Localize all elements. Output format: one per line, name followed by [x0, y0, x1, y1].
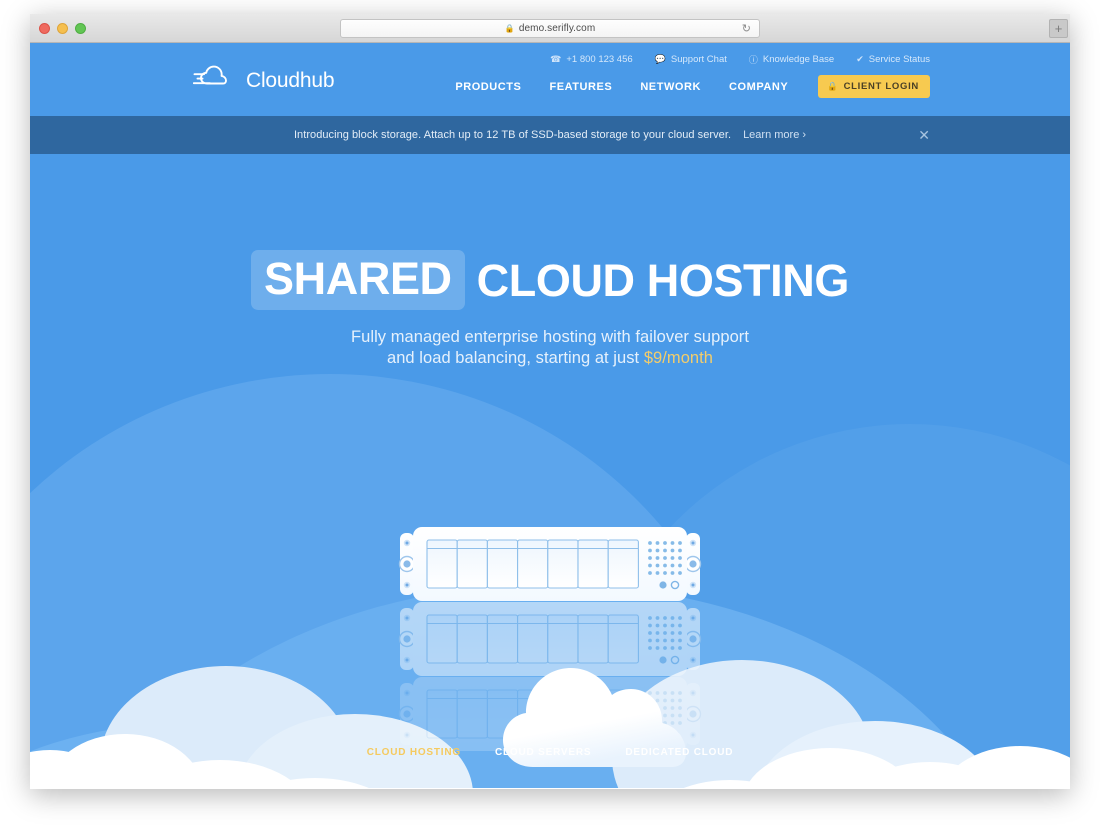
phone-icon: ☎: [550, 54, 562, 64]
reload-icon[interactable]: ↻: [742, 23, 751, 36]
nav-item-company[interactable]: COMPANY: [729, 81, 788, 93]
hero-headline: SHARED CLOUD HOSTING: [251, 250, 849, 310]
util-support-chat[interactable]: 💬 Support Chat: [655, 54, 727, 65]
cloud-speed-logo-icon: [192, 65, 237, 96]
announcement-bar: Introducing block storage. Attach up to …: [30, 116, 1070, 154]
close-icon[interactable]: ✕: [918, 128, 930, 142]
lock-icon: 🔒: [504, 24, 515, 33]
util-service-status-label: Service Status: [868, 54, 930, 65]
announcement-text: Introducing block storage. Attach up to …: [293, 129, 732, 141]
util-knowledge-base[interactable]: ⓘ Knowledge Base: [749, 53, 834, 66]
util-knowledge-base-label: Knowledge Base: [762, 54, 835, 65]
site-header: Cloudhub ☎ +1 800 123 456 💬 Support Chat…: [30, 43, 1070, 116]
browser-titlebar: 🔒 demo.serifly.com ↻ +: [30, 14, 1070, 43]
utility-nav: ☎ +1 800 123 456 💬 Support Chat ⓘ Knowle…: [550, 53, 930, 66]
hero-subheadline: Fully managed enterprise hosting with fa…: [30, 327, 1070, 369]
url-text-wrap: 🔒 demo.serifly.com: [505, 23, 596, 34]
hero-content: SHARED CLOUD HOSTING Fully managed enter…: [30, 154, 1070, 369]
util-service-status[interactable]: ✔ Service Status: [856, 54, 930, 65]
client-login-label: CLIENT LOGIN: [843, 81, 919, 92]
site-logo[interactable]: Cloudhub: [192, 65, 335, 96]
url-text: demo.serifly.com: [518, 23, 596, 34]
tab-cloud-servers[interactable]: CLOUD SERVERS: [495, 747, 591, 758]
address-bar[interactable]: 🔒 demo.serifly.com ↻: [340, 19, 760, 38]
help-circle-icon: ⓘ: [748, 55, 758, 65]
announcement-learn-more-link[interactable]: Learn more ›: [743, 129, 806, 141]
hero-subheadline-line1: Fully managed enterprise hosting with fa…: [351, 328, 749, 346]
logo-text: Cloudhub: [246, 68, 335, 92]
zoom-window-button[interactable]: [75, 23, 86, 34]
hero-headline-rest: CLOUD HOSTING: [476, 254, 850, 306]
util-support-chat-label: Support Chat: [670, 54, 727, 65]
check-icon: ✔: [856, 54, 864, 64]
hero-price: $9/month: [643, 348, 714, 367]
hero-subheadline-line2: and load balancing, starting at just $9/…: [30, 348, 1070, 369]
tab-dedicated-cloud[interactable]: DEDICATED CLOUD: [625, 747, 733, 758]
util-phone[interactable]: ☎ +1 800 123 456: [550, 54, 633, 65]
browser-window: 🔒 demo.serifly.com ↻ + Cloudhub ☎ +1 800…: [30, 14, 1070, 789]
nav-item-products[interactable]: PRODUCTS: [455, 81, 521, 93]
new-tab-button[interactable]: +: [1049, 19, 1068, 38]
close-window-button[interactable]: [39, 23, 50, 34]
util-phone-label: +1 800 123 456: [566, 54, 633, 65]
nav-item-network[interactable]: NETWORK: [640, 81, 701, 93]
window-controls[interactable]: [39, 23, 86, 34]
page-viewport: Cloudhub ☎ +1 800 123 456 💬 Support Chat…: [30, 43, 1070, 788]
nav-item-features[interactable]: FEATURES: [549, 81, 612, 93]
hero-subheadline-line2-prefix: and load balancing, starting at just: [386, 348, 644, 367]
tab-cloud-hosting[interactable]: CLOUD HOSTING: [367, 747, 461, 758]
lock-icon: 🔒: [827, 81, 839, 91]
client-login-button[interactable]: 🔒 CLIENT LOGIN: [818, 75, 930, 98]
chat-bubble-icon: 💬: [654, 54, 666, 64]
hero-headline-highlight: SHARED: [251, 250, 465, 310]
main-nav: PRODUCTS FEATURES NETWORK COMPANY 🔒 CLIE…: [455, 75, 930, 98]
minimize-window-button[interactable]: [57, 23, 68, 34]
hero-section: SHARED CLOUD HOSTING Fully managed enter…: [30, 154, 1070, 788]
hero-tabs: CLOUD HOSTING CLOUD SERVERS DEDICATED CL…: [30, 747, 1070, 758]
